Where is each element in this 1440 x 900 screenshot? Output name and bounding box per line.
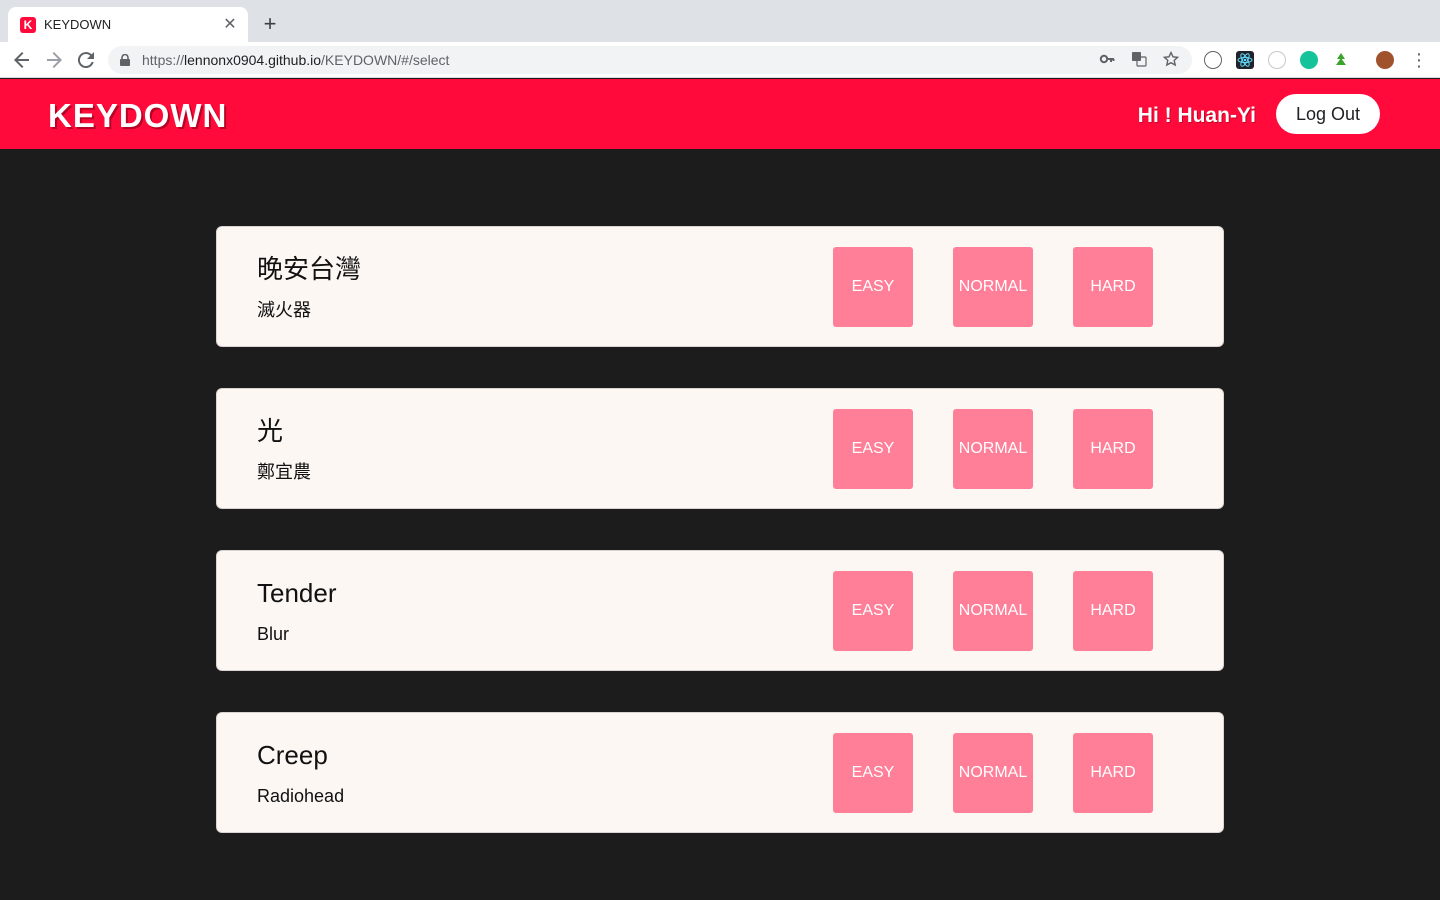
easy-button[interactable]: EASY: [833, 409, 913, 489]
hard-button[interactable]: HARD: [1073, 409, 1153, 489]
song-title: Creep: [257, 740, 328, 770]
song-card: Creep Radiohead EASY NORMAL HARD: [216, 712, 1224, 833]
reload-icon[interactable]: [74, 48, 98, 72]
song-artist: 鄭宜農: [257, 462, 311, 482]
extension-green-icon[interactable]: [1332, 51, 1350, 69]
browser-toolbar: https://lennonx0904.github.io/KEYDOWN/#/…: [0, 42, 1440, 78]
browser-tab-bar: K KEYDOWN ✕ +: [0, 0, 1440, 42]
hard-button[interactable]: HARD: [1073, 571, 1153, 651]
keydown-favicon-icon: K: [20, 17, 36, 33]
normal-button[interactable]: NORMAL: [953, 571, 1033, 651]
address-bar[interactable]: https://lennonx0904.github.io/KEYDOWN/#/…: [108, 46, 1192, 74]
forward-arrow-icon[interactable]: [42, 48, 66, 72]
user-greeting: Hi ! Huan-Yi: [1137, 104, 1256, 127]
extension-devtools-icon[interactable]: [1204, 51, 1222, 69]
song-card: 光 鄭宜農 EASY NORMAL HARD: [216, 388, 1224, 509]
song-title: Tender: [257, 578, 337, 608]
song-artist: 滅火器: [257, 300, 311, 320]
key-icon[interactable]: [1098, 51, 1116, 69]
tab-title: KEYDOWN: [44, 17, 112, 32]
bookmark-star-icon[interactable]: [1162, 50, 1180, 69]
song-artist: Blur: [257, 624, 290, 644]
profile-avatar[interactable]: [1376, 51, 1394, 69]
logout-button[interactable]: Log Out: [1276, 94, 1380, 134]
url-path: /KEYDOWN/#/select: [321, 52, 450, 68]
easy-button[interactable]: EASY: [833, 733, 913, 813]
app-logo[interactable]: KEYDOWN: [48, 97, 227, 135]
translate-icon[interactable]: [1130, 51, 1148, 69]
back-arrow-icon[interactable]: [10, 48, 34, 72]
hard-button[interactable]: HARD: [1073, 247, 1153, 327]
song-title: 晚安台灣: [257, 254, 362, 284]
song-card: Tender Blur EASY NORMAL HARD: [216, 550, 1224, 671]
song-title: 光: [257, 416, 284, 446]
url-host: lennonx0904.github.io: [184, 52, 322, 68]
browser-tab[interactable]: K KEYDOWN ✕: [8, 7, 248, 42]
new-tab-icon[interactable]: +: [258, 12, 282, 36]
app-header: KEYDOWN Hi ! Huan-Yi Log Out: [0, 79, 1440, 149]
easy-button[interactable]: EASY: [833, 247, 913, 327]
close-tab-icon[interactable]: ✕: [220, 15, 240, 35]
browser-menu-icon[interactable]: ⋮: [1410, 48, 1428, 72]
hard-button[interactable]: HARD: [1073, 733, 1153, 813]
easy-button[interactable]: EASY: [833, 571, 913, 651]
normal-button[interactable]: NORMAL: [953, 247, 1033, 327]
song-artist: Radiohead: [257, 786, 345, 806]
grammarly-icon[interactable]: [1300, 51, 1318, 69]
url-text: https://lennonx0904.github.io/KEYDOWN/#/…: [142, 52, 449, 68]
react-devtools-icon[interactable]: [1236, 51, 1254, 69]
song-card: 晚安台灣 滅火器 EASY NORMAL HARD: [216, 226, 1224, 347]
lock-icon: [120, 54, 130, 66]
normal-button[interactable]: NORMAL: [953, 733, 1033, 813]
normal-button[interactable]: NORMAL: [953, 409, 1033, 489]
url-prefix: https://: [142, 52, 185, 68]
extension-clock-icon[interactable]: [1268, 51, 1286, 69]
